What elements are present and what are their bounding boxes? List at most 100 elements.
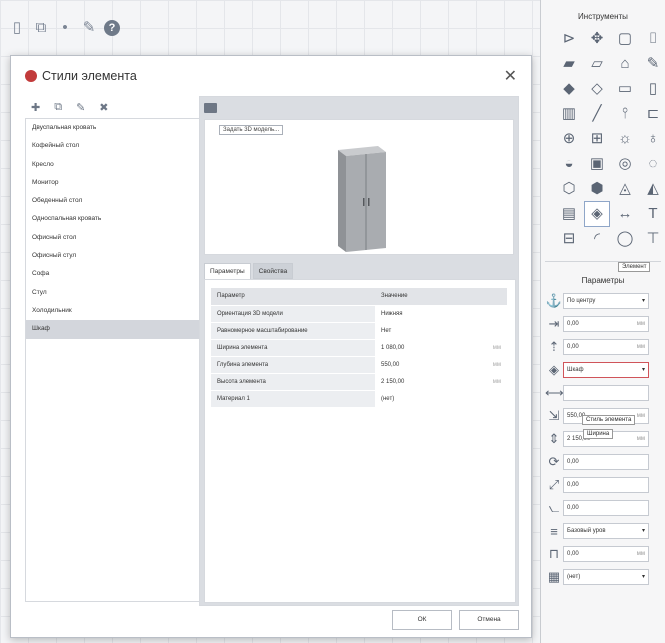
tab-properties[interactable]: Свойства [252, 263, 294, 279]
arc-icon[interactable]: ◜ [585, 227, 609, 251]
param-row: ⟳ 0,00 [541, 452, 665, 472]
chevron-down-icon[interactable]: ▾ [642, 363, 645, 377]
parameter-value-cell[interactable]: Нижняя [375, 305, 507, 323]
table-row[interactable]: Равномерное масштабирование Нет [211, 322, 507, 340]
parameter-value: Нижняя [381, 310, 403, 317]
parameter-value-cell[interactable]: (нет) [375, 390, 507, 408]
dropdown-dot-icon[interactable]: • [56, 19, 74, 37]
slab-icon[interactable]: ▭ [613, 77, 637, 101]
add-icon[interactable]: ✚ [31, 101, 40, 114]
parameter-value-cell[interactable]: 1 080,00 мм [375, 339, 507, 357]
select-icon[interactable]: ⊳ [557, 27, 581, 51]
column-icon[interactable]: ⌷ [641, 27, 665, 51]
t-icon[interactable]: ⊤ [641, 227, 665, 251]
circle-icon[interactable]: ◯ [613, 227, 637, 251]
opening-icon[interactable]: ⊏ [641, 102, 665, 126]
param-input[interactable]: 0,00 мм [563, 316, 649, 332]
pan-icon[interactable]: ✥ [585, 27, 609, 51]
stairs-icon[interactable]: ▥ [557, 102, 581, 126]
chevron-down-icon[interactable]: ▾ [642, 294, 645, 308]
chevron-down-icon[interactable]: ▾ [642, 524, 645, 538]
param-input[interactable]: 0,00 мм [563, 339, 649, 355]
line-icon[interactable]: ╱ [585, 102, 609, 126]
style-list-item[interactable]: Шкаф [26, 320, 199, 339]
dimension-icon[interactable]: ↔ [613, 202, 637, 226]
style-list-item[interactable]: Кофейный стол [26, 137, 199, 155]
param-select[interactable]: Шкаф ▾ [563, 362, 649, 378]
wrench-icon[interactable]: ✎ [80, 19, 98, 37]
table-row[interactable]: Материал 1 (нет) [211, 390, 507, 408]
railing-icon[interactable]: ⫯ [613, 102, 637, 126]
table-row[interactable]: Глубина элемента 550,00 мм [211, 356, 507, 374]
param-input[interactable]: 0,00 [563, 477, 649, 493]
rectangle-icon[interactable]: ▢ [613, 27, 637, 51]
wall-icon[interactable]: ▰ [557, 52, 581, 76]
close-icon[interactable]: ✕ [504, 66, 517, 86]
param-input[interactable]: 0,00 [563, 454, 649, 470]
chevron-down-icon[interactable]: ▾ [642, 570, 645, 584]
pencil-icon[interactable]: ✎ [641, 52, 665, 76]
parameter-name-cell: Глубина элемента [211, 356, 375, 374]
style-list-item[interactable]: Софа [26, 265, 199, 283]
rename-icon[interactable]: ✎ [76, 101, 85, 114]
door-icon[interactable]: ▯ [641, 77, 665, 101]
style-list-item[interactable]: Монитор [26, 174, 199, 192]
window-icon[interactable]: ⊞ [585, 127, 609, 151]
style-list-item[interactable]: Кресло [26, 156, 199, 174]
parameter-value-cell[interactable]: Нет [375, 322, 507, 340]
set-3d-model-label[interactable]: Задать 3D модель... [219, 125, 284, 135]
wall-alt-icon[interactable]: ▱ [585, 52, 609, 76]
element-tool-icon[interactable]: ◈ [584, 201, 610, 227]
style-list-item[interactable]: Двуспальная кровать [26, 119, 199, 137]
appliance-icon[interactable]: ◎ [613, 152, 637, 176]
shape-icon[interactable]: ◭ [641, 177, 665, 201]
param-select[interactable]: Базовый уров ▾ [563, 523, 649, 539]
layers-icon[interactable]: ⧉ [32, 19, 50, 37]
delete-icon[interactable]: ✖ [99, 101, 108, 114]
folder-icon[interactable] [204, 103, 217, 113]
beam-icon[interactable]: ◆ [557, 77, 581, 101]
lamp-icon[interactable]: ♁ [641, 127, 665, 151]
copy-icon[interactable]: ⧉ [54, 101, 62, 114]
parameter-name-cell: Ширина элемента [211, 339, 375, 357]
style-list-item[interactable]: Стул [26, 284, 199, 302]
param-input[interactable]: 0,00 [563, 500, 649, 516]
area-icon[interactable]: ⬢ [585, 177, 609, 201]
beam-alt-icon[interactable]: ◇ [585, 77, 609, 101]
terrain-icon[interactable]: ◬ [613, 177, 637, 201]
style-list-item[interactable]: Обеденный стол [26, 192, 199, 210]
zone-icon[interactable]: ⬡ [557, 177, 581, 201]
parameter-name-cell: Материал 1 [211, 390, 375, 408]
param-select[interactable]: (нет) ▾ [563, 569, 649, 585]
sink-icon[interactable]: ◒ [557, 152, 581, 176]
parameter-value-cell[interactable]: 550,00 мм [375, 356, 507, 374]
roof-icon[interactable]: ⌂ [613, 52, 637, 76]
style-list-item[interactable]: Холодильник [26, 302, 199, 320]
save-icon[interactable]: ▯ [8, 19, 26, 37]
table-row[interactable]: Ориентация 3D модели Нижняя [211, 305, 507, 323]
parameter-value-cell[interactable]: 2 150,00 мм [375, 373, 507, 391]
style-list-item[interactable]: Односпальная кровать [26, 210, 199, 228]
light-icon[interactable]: ☼ [613, 127, 637, 151]
param-input[interactable] [563, 385, 649, 401]
param-unit: мм [636, 551, 645, 557]
plumbing-icon[interactable]: ⊕ [557, 127, 581, 151]
param-input[interactable]: 0,00 мм [563, 546, 649, 562]
cabinet-tool-icon[interactable]: ▤ [557, 202, 581, 226]
tab-parameters[interactable]: Параметры [204, 263, 251, 279]
cancel-button[interactable]: Отмена [459, 610, 519, 630]
style-list-item[interactable]: Офисный стул [26, 247, 199, 265]
ok-button[interactable]: ОК [392, 610, 452, 630]
section-icon[interactable]: ⊟ [557, 227, 581, 251]
text-icon[interactable]: T [641, 202, 665, 226]
parameter-name-cell: Равномерное масштабирование [211, 322, 375, 340]
furniture-icon[interactable]: ▣ [585, 152, 609, 176]
help-icon[interactable]: ? [104, 20, 120, 36]
table-row[interactable]: Высота элемента 2 150,00 мм [211, 373, 507, 391]
bath-icon[interactable]: ◌ [641, 152, 665, 176]
depth-icon: ⇲ [548, 408, 560, 423]
style-list-item[interactable]: Офисный стол [26, 229, 199, 247]
param-select[interactable]: По центру ▾ [563, 293, 649, 309]
parameter-value: 2 150,00 [381, 378, 405, 385]
table-row[interactable]: Ширина элемента 1 080,00 мм [211, 339, 507, 357]
